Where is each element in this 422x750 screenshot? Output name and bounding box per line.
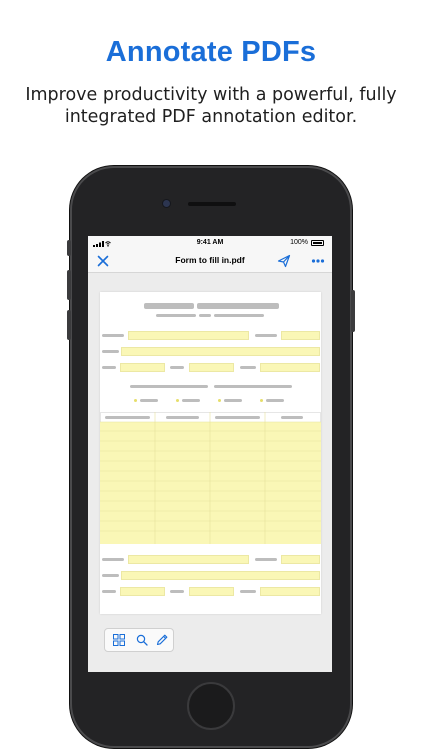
form-field[interactable]: [120, 587, 165, 596]
power-button: [351, 290, 355, 332]
radio-option[interactable]: [176, 399, 179, 402]
page-title-placeholder: [197, 303, 279, 309]
volume-down-button: [67, 310, 71, 340]
paper-plane-icon[interactable]: [276, 253, 292, 269]
option-label: [266, 399, 284, 402]
navigation-bar: Form to fill in.pdf: [88, 250, 332, 273]
mute-switch: [67, 240, 71, 256]
section-title-placeholder: [130, 385, 208, 388]
form-field[interactable]: [189, 587, 234, 596]
radio-option[interactable]: [134, 399, 137, 402]
field-label: [255, 334, 277, 337]
page-subtitle-placeholder: [214, 314, 264, 317]
document-title: Form to fill in.pdf: [175, 255, 245, 265]
form-field[interactable]: [260, 587, 320, 596]
field-label: [102, 350, 119, 353]
table-grid: [100, 412, 321, 544]
form-field[interactable]: [281, 555, 320, 564]
field-label: [170, 590, 184, 593]
field-label: [102, 558, 124, 561]
subline: Improve productivity with a powerful, fu…: [25, 85, 397, 127]
field-label: [240, 590, 256, 593]
field-label: [255, 558, 277, 561]
form-field[interactable]: [120, 363, 165, 372]
form-field[interactable]: [128, 331, 249, 340]
more-icon[interactable]: [310, 253, 326, 269]
field-label: [240, 366, 256, 369]
field-label: [102, 590, 116, 593]
form-field[interactable]: [189, 363, 234, 372]
form-field[interactable]: [128, 555, 249, 564]
option-label: [224, 399, 242, 402]
radio-option[interactable]: [218, 399, 221, 402]
form-field[interactable]: [281, 331, 320, 340]
form-field[interactable]: [121, 571, 320, 580]
form-field[interactable]: [121, 347, 320, 356]
volume-up-button: [67, 270, 71, 300]
phone-screen: 9:41 AM 100% Form to fill in.pdf: [88, 236, 332, 672]
form-field[interactable]: [260, 363, 320, 372]
page-subtitle-placeholder: [199, 314, 211, 317]
field-label: [102, 366, 116, 369]
pdf-page: [100, 292, 321, 614]
earpiece-speaker: [188, 202, 236, 206]
radio-option[interactable]: [260, 399, 263, 402]
headline: Annotate PDFs: [105, 36, 317, 68]
document-toolbar: [104, 628, 174, 652]
pencil-icon[interactable]: [155, 633, 169, 647]
grid-icon[interactable]: [112, 633, 126, 647]
field-label: [102, 574, 119, 577]
option-label: [140, 399, 158, 402]
page-subtitle-placeholder: [156, 314, 196, 317]
status-bar: 9:41 AM 100%: [88, 236, 332, 250]
battery-icon: [311, 240, 324, 246]
search-icon[interactable]: [135, 633, 149, 647]
section-title-placeholder: [214, 385, 292, 388]
form-table: [100, 412, 321, 544]
field-label: [170, 366, 184, 369]
home-button[interactable]: [187, 682, 235, 730]
option-label: [182, 399, 200, 402]
front-camera: [163, 200, 170, 207]
field-label: [102, 334, 124, 337]
battery-percent: 100%: [290, 239, 308, 246]
page-title-placeholder: [144, 303, 194, 309]
